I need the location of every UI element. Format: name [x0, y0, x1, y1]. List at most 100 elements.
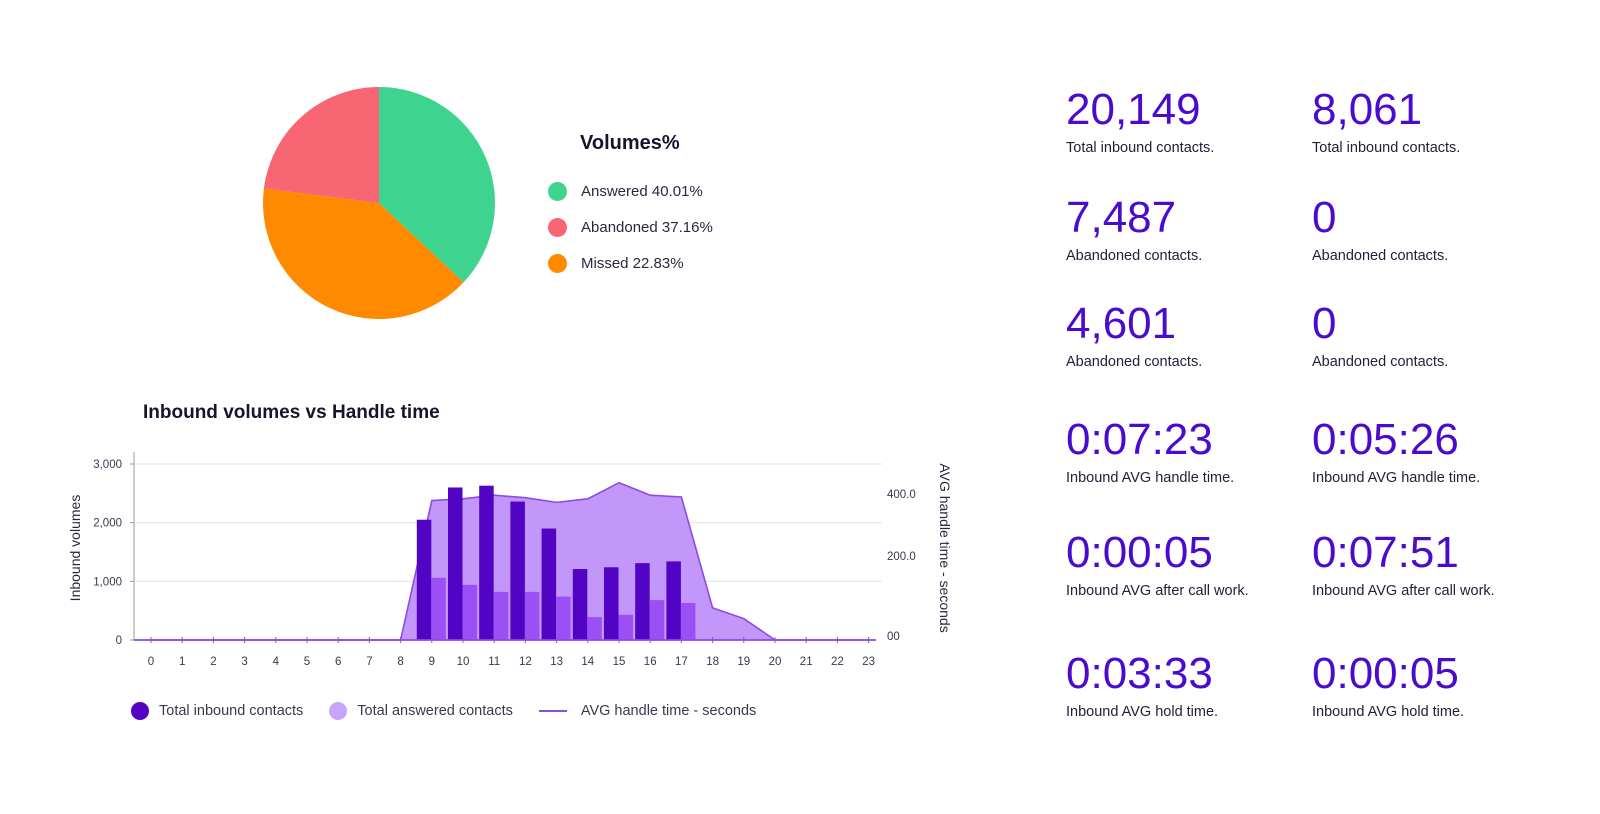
stat-label: Inbound AVG hold time. — [1312, 704, 1465, 720]
stat-abandoned-1: 7,487 Abandoned contacts. — [1066, 193, 1316, 265]
bar-total-answered-15[interactable] — [618, 614, 634, 640]
x-tick-label: 8 — [397, 656, 403, 668]
stat-label: Inbound AVG handle time. — [1312, 470, 1481, 486]
stat-avg-acw-1: 0:00:05 Inbound AVG after call work. — [1066, 528, 1316, 600]
bar-total-inbound-14[interactable] — [572, 569, 588, 640]
stat-avg-hold-1: 0:03:33 Inbound AVG hold time. — [1066, 649, 1316, 721]
y2-tick-label: 200.0 — [887, 551, 916, 563]
x-tick-label: 4 — [273, 656, 280, 668]
stats-panel: 20,149 Total inbound contacts. 8,061 Tot… — [1066, 86, 1566, 746]
stat-total-inbound-1: 20,149 Total inbound contacts. — [1066, 85, 1316, 157]
bar-total-answered-13[interactable] — [556, 596, 571, 640]
stat-value: 0:07:23 — [1066, 415, 1213, 464]
x-tick-label: 21 — [800, 656, 813, 668]
x-tick-label: 10 — [457, 656, 470, 668]
stat-value: 0 — [1312, 299, 1337, 348]
x-tick-label: 11 — [488, 656, 500, 668]
legend-item-total-inbound[interactable]: Total inbound contacts — [131, 702, 303, 720]
stat-label: Abandoned contacts. — [1066, 354, 1203, 370]
bar-total-inbound-10[interactable] — [448, 487, 463, 640]
stat-total-inbound-2: 8,061 Total inbound contacts. — [1312, 85, 1562, 157]
x-tick-label: 13 — [550, 656, 563, 668]
stat-label: Inbound AVG after call work. — [1312, 583, 1495, 599]
stat-avg-hold-2: 0:00:05 Inbound AVG hold time. — [1312, 649, 1562, 721]
x-tick-label: 18 — [706, 656, 719, 668]
bar-total-inbound-16[interactable] — [635, 563, 650, 640]
x-tick-label: 6 — [335, 656, 341, 668]
x-tick-label: 1 — [179, 656, 185, 668]
stat-avg-acw-2: 0:07:51 Inbound AVG after call work. — [1312, 528, 1562, 600]
stat-label: Inbound AVG after call work. — [1066, 583, 1249, 599]
y2-tick-label: 00 — [887, 631, 900, 643]
stat-label: Abandoned contacts. — [1312, 354, 1449, 370]
x-tick-label: 22 — [831, 656, 844, 668]
x-tick-label: 9 — [429, 656, 435, 668]
total-inbound-dot-icon — [131, 702, 149, 720]
x-tick-label: 12 — [519, 656, 532, 668]
y-tick-label: 2,000 — [93, 518, 122, 530]
x-tick-label: 19 — [737, 656, 750, 668]
bar-total-inbound-12[interactable] — [510, 501, 525, 640]
stat-abandoned-4: 0 Abandoned contacts. — [1312, 299, 1562, 371]
legend-label: Total answered contacts — [357, 703, 513, 719]
legend-label: AVG handle time - seconds — [580, 703, 757, 719]
y-tick-label: 1,000 — [93, 576, 122, 588]
legend-label: Total inbound contacts — [159, 703, 304, 719]
stat-value: 0 — [1312, 193, 1337, 242]
x-tick-label: 23 — [862, 656, 875, 668]
avg-handle-time-area — [151, 482, 869, 640]
stat-avg-handle-1: 0:07:23 Inbound AVG handle time. — [1066, 415, 1316, 487]
stat-value: 0:05:26 — [1312, 415, 1459, 464]
avg-handle-line-icon — [538, 710, 567, 712]
x-tick-label: 0 — [148, 656, 154, 668]
x-tick-label: 16 — [644, 656, 657, 668]
bar-total-answered-14[interactable] — [587, 617, 602, 640]
stat-value: 0:00:05 — [1312, 649, 1459, 698]
stat-label: Total inbound contacts. — [1312, 140, 1461, 156]
legend-item-total-answered[interactable]: Total answered contacts — [329, 702, 513, 720]
bar-total-answered-9[interactable] — [431, 577, 446, 640]
bar-total-answered-17[interactable] — [680, 603, 696, 640]
x-tick-label: 15 — [613, 656, 626, 668]
total-answered-dot-icon — [329, 702, 348, 720]
stat-value: 0:07:51 — [1312, 528, 1459, 577]
x-tick-label: 14 — [581, 656, 594, 668]
x-tick-label: 2 — [210, 656, 216, 668]
x-tick-label: 3 — [241, 656, 247, 668]
stat-avg-handle-2: 0:05:26 Inbound AVG handle time. — [1312, 415, 1562, 487]
y-tick-label: 0 — [116, 635, 122, 647]
bar-total-answered-11[interactable] — [493, 591, 509, 640]
stat-label: Total inbound contacts. — [1066, 140, 1215, 156]
x-tick-label: 7 — [366, 656, 372, 668]
bar-total-answered-10[interactable] — [462, 584, 478, 640]
bar-total-answered-12[interactable] — [524, 591, 540, 640]
inbound-volumes-chart: 01,0002,0003,000Inbound volumes00200.040… — [67, 452, 953, 668]
y-axis-title: Inbound volumes — [67, 495, 83, 602]
stat-label: Abandoned contacts. — [1066, 248, 1203, 264]
bar-total-inbound-17[interactable] — [666, 561, 681, 640]
stat-value: 4,601 — [1066, 299, 1177, 348]
stat-label: Inbound AVG handle time. — [1066, 470, 1235, 486]
stat-value: 20,149 — [1066, 85, 1201, 134]
stat-value: 8,061 — [1312, 85, 1423, 134]
bar-chart-legend: Total inbound contacts Total answered co… — [131, 702, 782, 720]
stat-value: 7,487 — [1066, 193, 1177, 242]
y-tick-label: 3,000 — [93, 459, 122, 471]
legend-item-avg-handle-time[interactable]: AVG handle time - seconds — [538, 703, 757, 719]
y2-axis-title: AVG handle time - seconds — [937, 463, 953, 632]
stat-abandoned-3: 4,601 Abandoned contacts. — [1066, 299, 1316, 371]
stat-label: Abandoned contacts. — [1312, 248, 1449, 264]
y2-tick-label: 400.0 — [887, 489, 916, 501]
stat-abandoned-2: 0 Abandoned contacts. — [1312, 193, 1562, 265]
x-tick-label: 20 — [769, 656, 782, 668]
bar-total-inbound-13[interactable] — [541, 528, 557, 640]
stat-label: Inbound AVG hold time. — [1066, 704, 1219, 720]
stat-value: 0:03:33 — [1066, 649, 1213, 698]
bar-total-answered-16[interactable] — [649, 600, 665, 640]
stat-value: 0:00:05 — [1066, 528, 1213, 577]
bar-total-inbound-9[interactable] — [416, 519, 432, 640]
x-tick-label: 5 — [304, 656, 310, 668]
bar-total-inbound-11[interactable] — [479, 485, 494, 640]
bar-total-inbound-15[interactable] — [604, 567, 619, 640]
x-tick-label: 17 — [675, 656, 688, 668]
